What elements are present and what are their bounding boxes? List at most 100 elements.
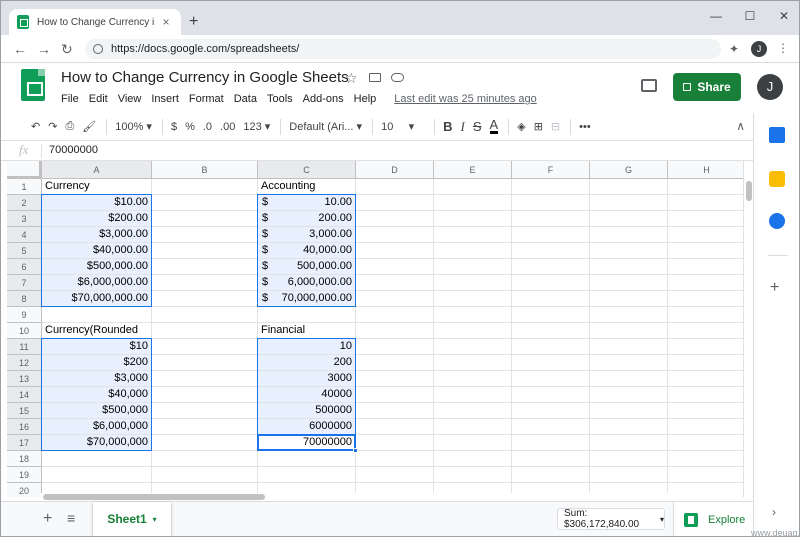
grid-cell[interactable]: [258, 451, 356, 467]
accounting-cell[interactable]: $500,000.00: [258, 259, 356, 275]
grid-cell[interactable]: [356, 323, 434, 339]
grid-cell[interactable]: [356, 275, 434, 291]
grid-cell[interactable]: [668, 179, 746, 195]
grid-cell[interactable]: [152, 195, 258, 211]
grid-cell[interactable]: [356, 307, 434, 323]
header-cell-currency[interactable]: Currency: [42, 179, 152, 195]
account-avatar[interactable]: J: [757, 74, 783, 100]
accounting-cell[interactable]: $40,000.00: [258, 243, 356, 259]
bold-button[interactable]: B: [443, 119, 452, 134]
font-select[interactable]: Default (Ari... ▾: [289, 120, 362, 133]
grid-cell[interactable]: [668, 259, 746, 275]
fill-handle[interactable]: [353, 448, 358, 453]
currency-cell[interactable]: $6,000,000.00: [42, 275, 152, 291]
grid-cell[interactable]: [434, 259, 512, 275]
share-button[interactable]: Share: [673, 73, 741, 101]
menu-edit[interactable]: Edit: [89, 93, 108, 105]
accounting-cell[interactable]: $70,000,000.00: [258, 291, 356, 307]
browser-tab[interactable]: How to Change Currency in Google Sheets …: [9, 9, 181, 35]
row-header-13[interactable]: 13: [7, 371, 42, 387]
grid-cell[interactable]: [434, 307, 512, 323]
reload-icon[interactable]: ↻: [61, 41, 73, 57]
row-header-17[interactable]: 17: [7, 435, 42, 451]
menu-view[interactable]: View: [118, 93, 142, 105]
row-header-16[interactable]: 16: [7, 419, 42, 435]
grid-cell[interactable]: [590, 307, 668, 323]
grid-cell[interactable]: [668, 371, 746, 387]
formula-input[interactable]: 70000000: [49, 144, 98, 156]
menu-tools[interactable]: Tools: [267, 93, 293, 105]
accounting-cell[interactable]: $10.00: [258, 195, 356, 211]
grid-cell[interactable]: [590, 435, 668, 451]
row-header-12[interactable]: 12: [7, 355, 42, 371]
grid-cell[interactable]: [590, 275, 668, 291]
grid-cell[interactable]: [668, 291, 746, 307]
increase-decimal-button[interactable]: .00: [220, 121, 235, 133]
accounting-cell[interactable]: $3,000.00: [258, 227, 356, 243]
grid-cell[interactable]: [152, 243, 258, 259]
comment-history-icon[interactable]: [641, 79, 657, 92]
site-info-icon[interactable]: [93, 44, 103, 54]
grid-cell[interactable]: [434, 467, 512, 483]
horizontal-scroll-thumb[interactable]: [43, 494, 265, 500]
grid-cell[interactable]: [668, 467, 746, 483]
financial-cell[interactable]: 500000: [258, 403, 356, 419]
financial-cell[interactable]: 6000000: [258, 419, 356, 435]
sum-summary-select[interactable]: Sum: $306,172,840.00 ▾: [557, 508, 665, 530]
url-input[interactable]: https://docs.google.com/spreadsheets/: [85, 39, 721, 59]
last-edit-link[interactable]: Last edit was 25 minutes ago: [394, 93, 536, 105]
grid-cell[interactable]: [590, 451, 668, 467]
extensions-icon[interactable]: ✦: [729, 42, 739, 56]
currency-cell[interactable]: $3,000.00: [42, 227, 152, 243]
font-size-select[interactable]: 10 ▾: [381, 120, 414, 133]
grid-cell[interactable]: [512, 419, 590, 435]
strikethrough-button[interactable]: S: [473, 119, 482, 134]
grid-cell[interactable]: [152, 227, 258, 243]
grid-cell[interactable]: [434, 243, 512, 259]
grid-cell[interactable]: [590, 179, 668, 195]
percent-format-button[interactable]: %: [185, 121, 195, 133]
move-folder-icon[interactable]: [369, 73, 381, 82]
row-header-7[interactable]: 7: [7, 275, 42, 291]
grid-cell[interactable]: [512, 179, 590, 195]
currency-rounded-cell[interactable]: $6,000,000: [42, 419, 152, 435]
grid-cell[interactable]: [512, 307, 590, 323]
grid-cell[interactable]: [434, 195, 512, 211]
financial-cell[interactable]: 40000: [258, 387, 356, 403]
grid-cell[interactable]: [356, 451, 434, 467]
more-formats-button[interactable]: 123 ▾: [243, 120, 270, 133]
currency-rounded-cell[interactable]: $70,000,000: [42, 435, 152, 451]
grid-cell[interactable]: [152, 275, 258, 291]
grid-cell[interactable]: [434, 451, 512, 467]
grid-cell[interactable]: [356, 243, 434, 259]
row-header-3[interactable]: 3: [7, 211, 42, 227]
currency-rounded-cell[interactable]: $40,000: [42, 387, 152, 403]
header-cell-accounting[interactable]: Accounting: [258, 179, 356, 195]
grid-cell[interactable]: [152, 307, 258, 323]
grid-cell[interactable]: [356, 339, 434, 355]
menu-help[interactable]: Help: [354, 93, 377, 105]
grid-cell[interactable]: [512, 339, 590, 355]
grid-cell[interactable]: [668, 227, 746, 243]
collapse-toolbar-icon[interactable]: ∧: [736, 119, 745, 133]
more-options-icon[interactable]: •••: [579, 121, 591, 133]
keep-icon[interactable]: [769, 171, 785, 187]
grid-cell[interactable]: [434, 387, 512, 403]
financial-cell[interactable]: 70000000: [258, 435, 356, 451]
currency-rounded-cell[interactable]: $10: [42, 339, 152, 355]
row-header-15[interactable]: 15: [7, 403, 42, 419]
grid-cell[interactable]: [152, 451, 258, 467]
minimize-button[interactable]: —: [699, 5, 733, 27]
grid-cell[interactable]: [512, 323, 590, 339]
grid-cell[interactable]: [590, 259, 668, 275]
row-header-5[interactable]: 5: [7, 243, 42, 259]
column-header-f[interactable]: F: [512, 161, 590, 179]
zoom-select[interactable]: 100% ▾: [115, 120, 152, 133]
grid-cell[interactable]: [668, 323, 746, 339]
grid-cell[interactable]: [152, 355, 258, 371]
grid-cell[interactable]: [512, 211, 590, 227]
grid-cell[interactable]: [590, 419, 668, 435]
grid-cell[interactable]: [434, 435, 512, 451]
grid-cell[interactable]: [668, 403, 746, 419]
calendar-icon[interactable]: [769, 127, 785, 143]
